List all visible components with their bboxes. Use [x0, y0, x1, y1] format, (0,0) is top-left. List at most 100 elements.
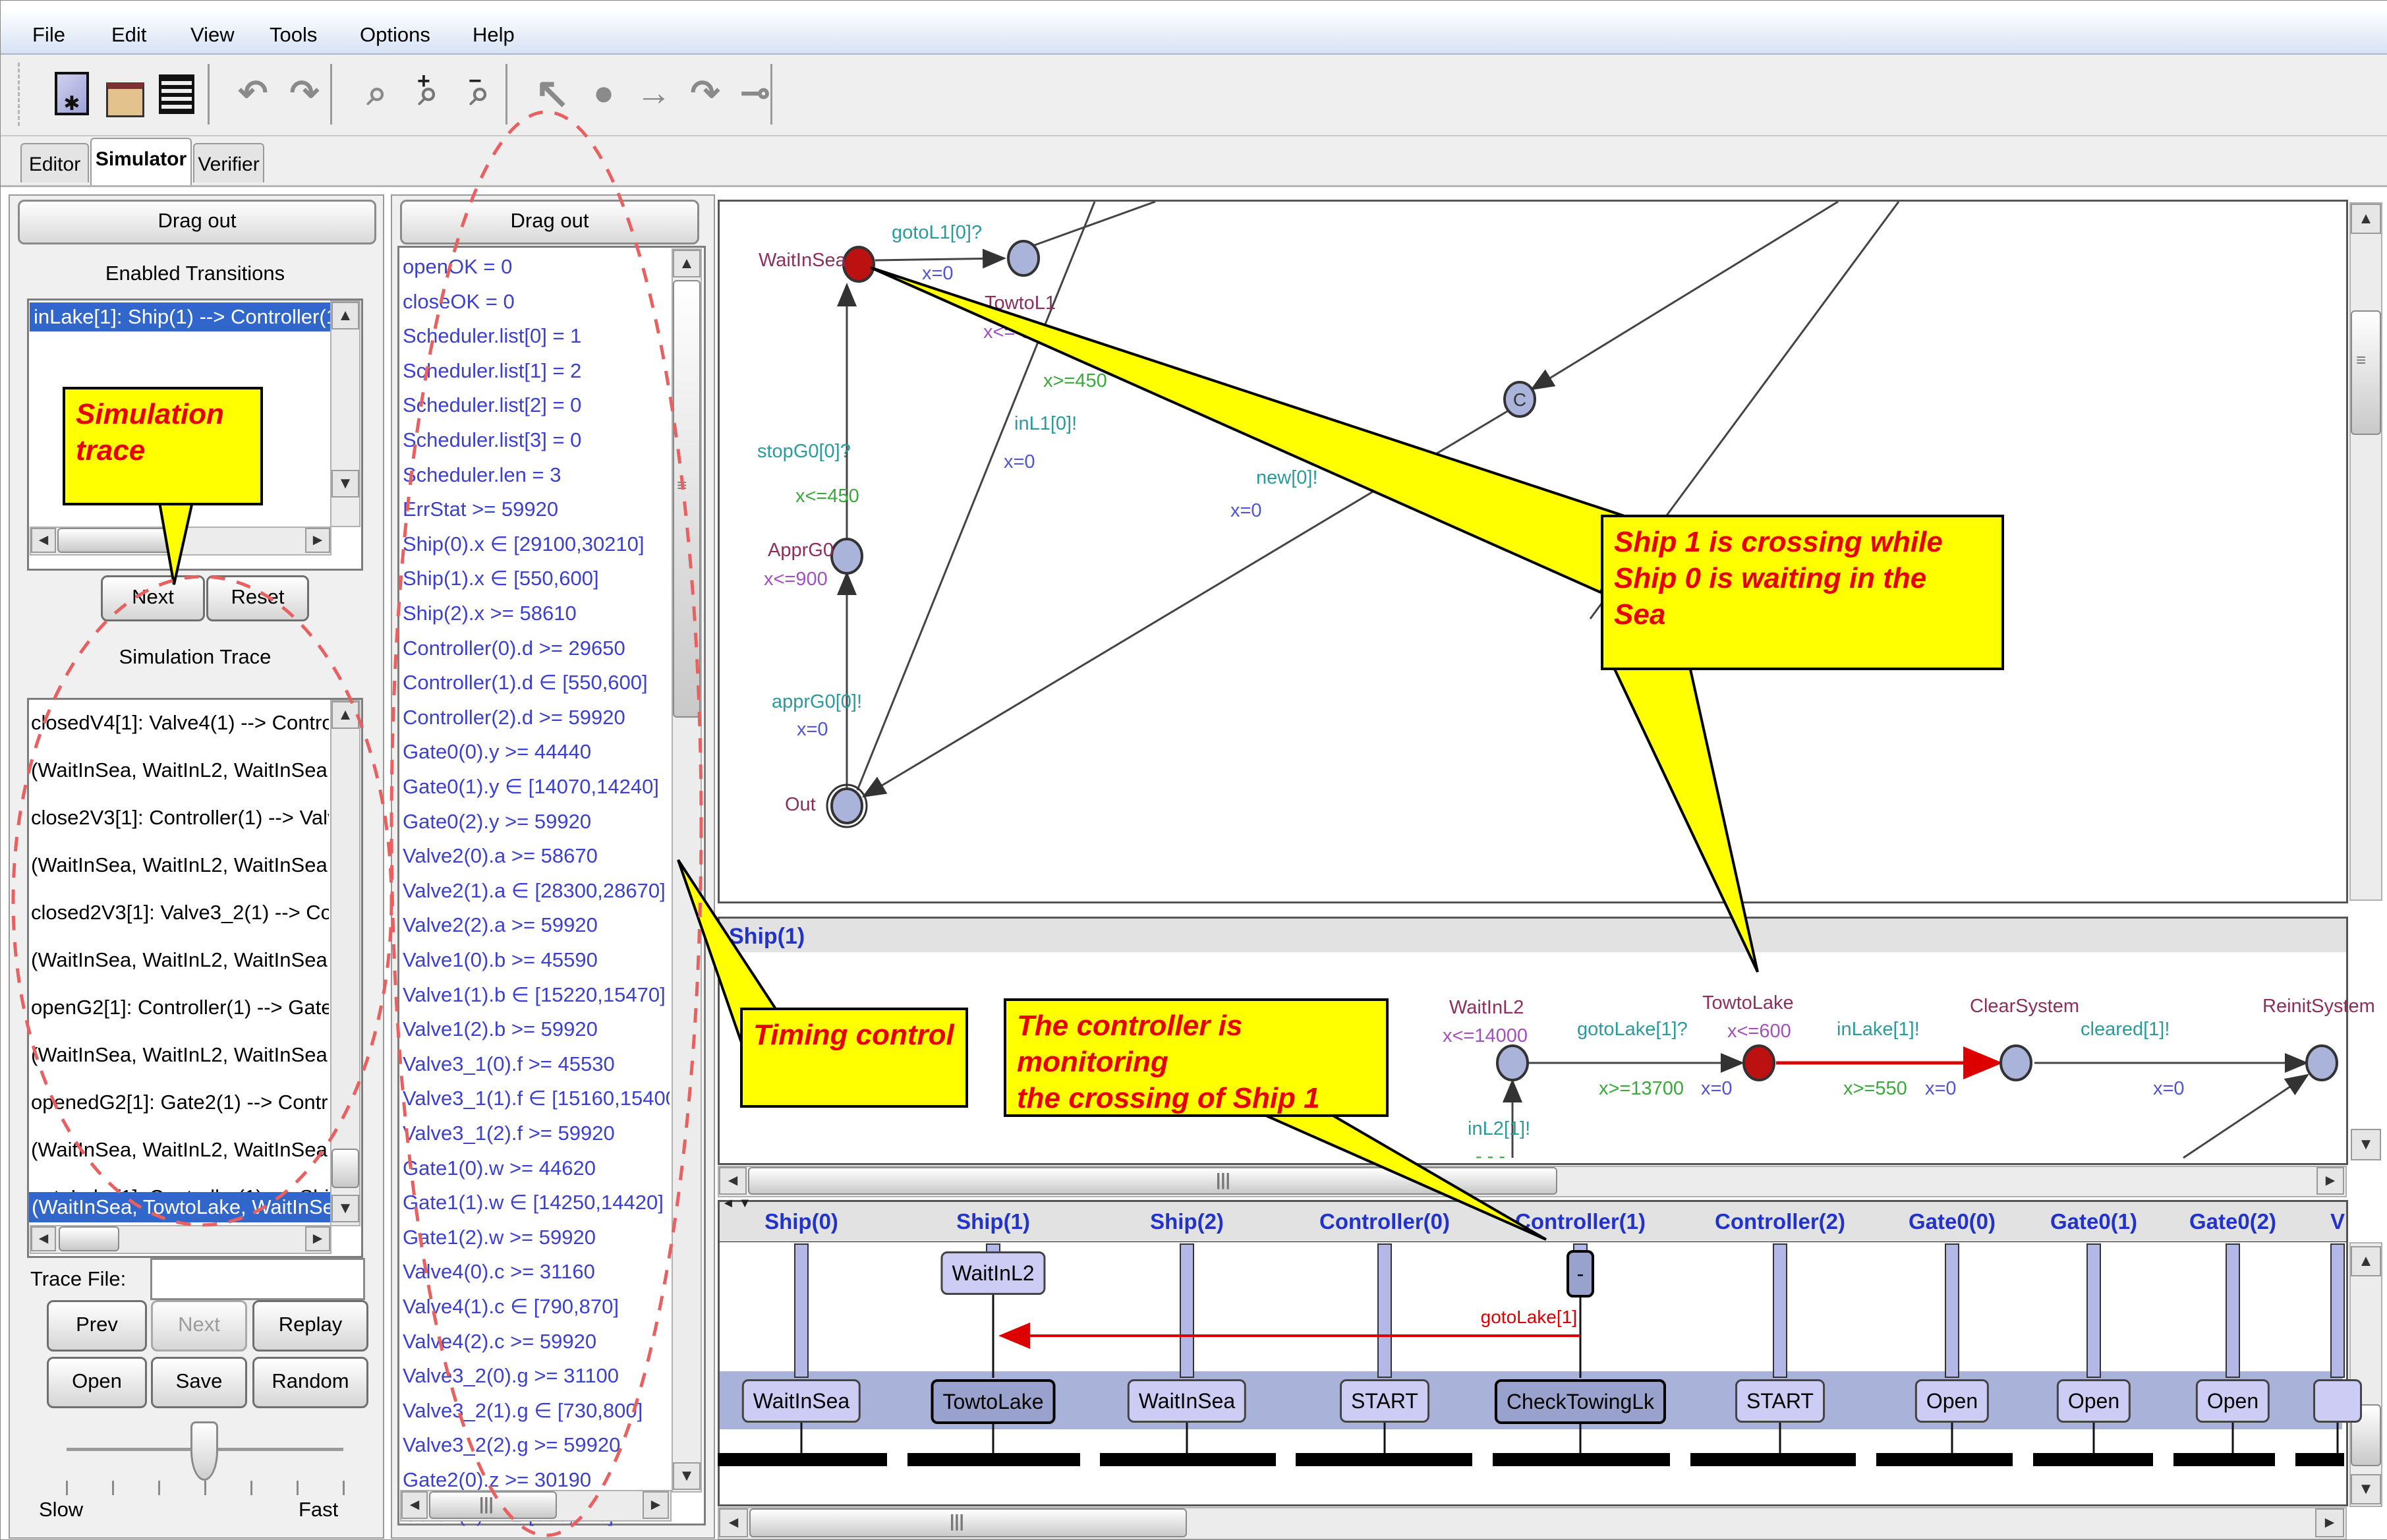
menu-item-tools[interactable]: Tools — [270, 23, 317, 47]
variable-item[interactable]: openOK = 0 — [403, 255, 670, 285]
drag-out-button-left[interactable]: Drag out — [18, 200, 376, 244]
menu-item-edit[interactable]: Edit — [111, 23, 146, 47]
trace-item[interactable]: openedG2[1]: Gate2(1) --> Contro — [31, 1087, 329, 1118]
variable-item[interactable]: Valve3_2(1).g ∈ [730,800] — [403, 1399, 670, 1429]
save-icon[interactable] — [159, 74, 194, 114]
scroll-down-icon[interactable]: ▼ — [673, 1462, 701, 1490]
variable-item[interactable]: Controller(2).d >= 59920 — [403, 706, 670, 736]
variable-item[interactable]: Valve1(1).b ∈ [15220,15470] — [403, 983, 670, 1013]
speed-slider-thumb[interactable] — [190, 1421, 218, 1481]
variable-item[interactable]: Valve2(1).a ∈ [28300,28670] — [403, 879, 670, 909]
tab-editor[interactable]: Editor — [20, 143, 89, 183]
scroll-right-icon[interactable]: ► — [305, 1226, 330, 1251]
scroll-left-icon[interactable]: ◄ — [31, 1226, 56, 1251]
save-trace-button[interactable]: Save — [151, 1357, 247, 1408]
msc-state-box-clipped[interactable] — [2313, 1379, 2362, 1423]
variable-item[interactable]: Controller(1).d ∈ [550,600] — [403, 671, 670, 701]
scroll-left-icon[interactable]: ◄ — [31, 528, 56, 553]
ship1-scroll-down-icon[interactable]: ▼ — [2351, 1129, 2381, 1160]
select-blob-icon[interactable]: ● — [583, 69, 624, 117]
variable-item[interactable]: closeOK = 0 — [403, 290, 670, 320]
scroll-up-icon[interactable]: ▲ — [2351, 204, 2381, 234]
msc-lifeline[interactable] — [2226, 1243, 2240, 1378]
msc-state-box[interactable]: START — [1735, 1379, 1825, 1423]
enabled-transition-item[interactable]: inLake[1]: Ship(1) --> Controller(1) — [30, 302, 334, 331]
variable-item[interactable]: Scheduler.list[1] = 2 — [403, 359, 670, 389]
new-file-icon[interactable]: ✱ — [55, 72, 89, 115]
trace-item[interactable]: close2V3[1]: Controller(1) --> Valv — [31, 802, 329, 834]
variable-item[interactable]: Controller(0).d >= 29650 — [403, 637, 670, 667]
scroll-up-icon[interactable]: ▲ — [2351, 1246, 2381, 1276]
trace-hscroll-thumb[interactable] — [59, 1226, 119, 1251]
menu-item-options[interactable]: Options — [360, 23, 430, 47]
variable-item[interactable]: Gate0(1).y ∈ [14070,14240] — [403, 775, 670, 805]
scroll-up-icon[interactable]: ▲ — [331, 302, 359, 329]
msc-lifeline[interactable] — [1180, 1243, 1194, 1378]
variable-item[interactable]: Valve3_1(1).f ∈ [15160,15400] — [403, 1087, 670, 1117]
msc-lifeline[interactable] — [2330, 1243, 2345, 1378]
variable-item[interactable]: Valve2(2).a >= 59920 — [403, 913, 670, 944]
random-trace-button[interactable]: Random — [252, 1357, 368, 1408]
scroll-down-icon[interactable]: ▼ — [331, 470, 359, 498]
variable-item[interactable]: Scheduler.len = 3 — [403, 463, 670, 494]
automaton-vscrollbar[interactable] — [2349, 202, 2382, 901]
variable-item[interactable]: Ship(0).x ∈ [29100,30210] — [403, 532, 670, 563]
scroll-down-icon[interactable]: ▼ — [2351, 1474, 2381, 1504]
scroll-left-icon[interactable]: ◄ — [719, 1167, 747, 1195]
variable-item[interactable]: Valve1(0).b >= 45590 — [403, 948, 670, 979]
trace-item[interactable]: closedV4[1]: Valve4(1) --> Controll — [31, 707, 329, 739]
replay-trace-button[interactable]: Replay — [252, 1300, 368, 1352]
automaton-vscroll-thumb[interactable] — [2351, 310, 2381, 435]
msc-state-box[interactable]: Open — [2057, 1379, 2131, 1423]
variable-item[interactable]: Scheduler.list[3] = 0 — [403, 428, 670, 459]
trace-item[interactable]: (WaitInSea, WaitInL2, WaitInSea, — [31, 1039, 329, 1071]
variable-item[interactable]: Valve4(2).c >= 59920 — [403, 1330, 670, 1360]
automaton-canvas[interactable] — [718, 200, 2348, 903]
variable-item[interactable]: Valve3_1(0).f >= 45530 — [403, 1052, 670, 1083]
pointer-icon[interactable]: ↖ — [532, 69, 573, 117]
trace-item-selected[interactable]: (WaitInSea, TowtoLake, WaitInSea — [29, 1192, 335, 1222]
msc-lifeline[interactable] — [1773, 1243, 1787, 1378]
next-transition-icon[interactable]: → — [633, 69, 674, 117]
msc-lifeline[interactable] — [1945, 1243, 1959, 1378]
variable-item[interactable]: Gate0(0).y >= 44440 — [403, 740, 670, 770]
scroll-right-icon[interactable]: ► — [2316, 1167, 2344, 1195]
scroll-right-icon[interactable]: ► — [643, 1491, 669, 1519]
pin-arrow-icon[interactable]: ⊸ — [735, 69, 776, 117]
variable-item[interactable]: Scheduler.list[0] = 1 — [403, 324, 670, 355]
trace-item[interactable]: (WaitInSea, WaitInL2, WaitInSea, — [31, 944, 329, 976]
msc-hscroll-thumb[interactable] — [749, 1508, 1187, 1537]
msc-state-box[interactable]: START — [1340, 1379, 1429, 1423]
open-trace-button[interactable]: Open — [47, 1357, 147, 1408]
variable-item[interactable]: Gate1(2).w >= 59920 — [403, 1226, 670, 1256]
scroll-up-icon[interactable]: ▲ — [673, 250, 701, 277]
variable-item[interactable]: Scheduler.list[2] = 0 — [403, 393, 670, 424]
variable-item[interactable]: Valve4(1).c ∈ [790,870] — [403, 1295, 670, 1325]
msc-activation-box[interactable]: - — [1567, 1250, 1594, 1298]
enabled-hscroll-thumb[interactable] — [57, 528, 172, 553]
variable-item[interactable]: Ship(2).x >= 58610 — [403, 602, 670, 632]
scroll-up-icon[interactable]: ▲ — [331, 701, 359, 729]
scroll-left-icon[interactable]: ◄ — [401, 1491, 428, 1519]
zoom-fit-icon[interactable]: ⌕ — [357, 69, 397, 117]
msc-state-box[interactable]: WaitInSea — [742, 1379, 861, 1423]
msc-lifeline[interactable] — [794, 1243, 809, 1378]
msc-lifeline[interactable] — [2086, 1243, 2101, 1378]
scroll-right-icon[interactable]: ► — [305, 528, 330, 553]
variable-item[interactable]: Gate0(2).y >= 59920 — [403, 810, 670, 840]
trace-item[interactable]: openG2[1]: Controller(1) --> Gate2 — [31, 992, 329, 1023]
undo-icon[interactable]: ↶ — [233, 69, 273, 117]
prev-trace-button[interactable]: Prev — [47, 1300, 147, 1352]
ship1-hscroll-thumb[interactable] — [748, 1167, 1557, 1195]
next-trace-button[interactable]: Next — [151, 1300, 247, 1352]
open-folder-icon[interactable] — [106, 82, 144, 117]
msc-state-box[interactable]: Open — [2196, 1379, 2270, 1423]
drag-out-button-vars[interactable]: Drag out — [400, 200, 699, 244]
vars-vscroll-thumb[interactable] — [673, 280, 701, 718]
trace-arrow-icon[interactable]: ↷ — [685, 69, 726, 117]
menu-item-help[interactable]: Help — [473, 23, 515, 47]
tab-verifier[interactable]: Verifier — [193, 143, 264, 183]
redo-icon[interactable]: ↷ — [284, 69, 325, 117]
splitter-arrows-icon[interactable]: ◄ ▼ — [722, 1196, 751, 1211]
msc-state-box-current[interactable]: TowtoLake — [931, 1379, 1056, 1424]
